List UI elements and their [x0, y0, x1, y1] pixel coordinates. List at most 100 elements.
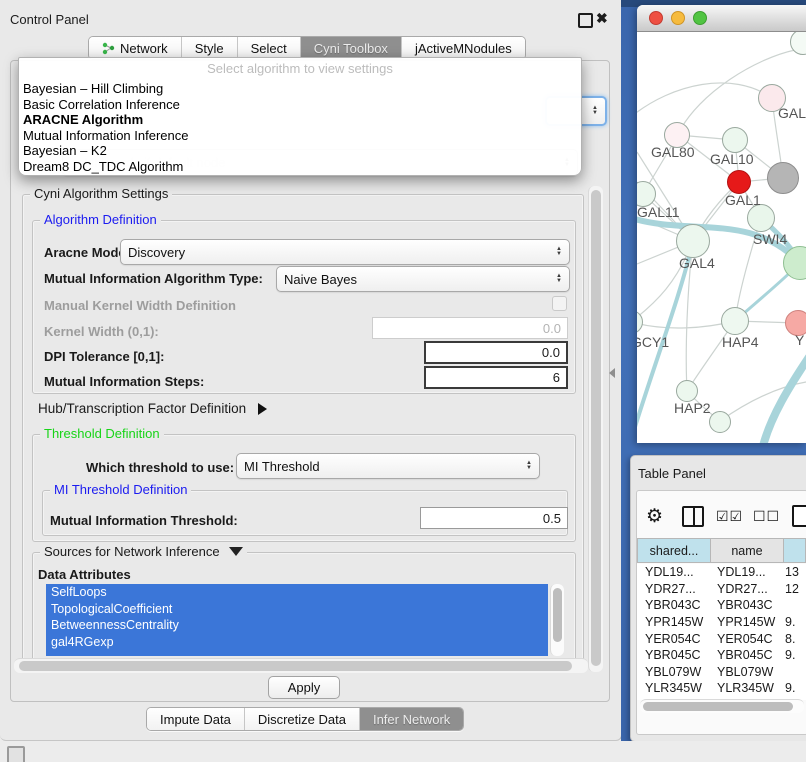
mi-steps-label: Mutual Information Steps:	[44, 374, 204, 389]
table-row[interactable]: YDL19... YDL19... 13	[637, 564, 806, 581]
tab-select[interactable]: Select	[238, 37, 301, 59]
table-hscroll-thumb[interactable]	[643, 702, 793, 711]
aracne-mode-combo[interactable]: Discovery ▲▼	[120, 239, 570, 265]
network-window[interactable]: GAL GAL80 GAL10 GAL1 GAL11 SWI4 GAL4 GCY…	[637, 5, 806, 443]
column-header-name[interactable]: name	[711, 538, 784, 563]
cell-name: YDL19...	[709, 565, 781, 579]
mi-steps-value: 6	[553, 370, 560, 385]
network-icon	[102, 42, 115, 55]
tab-infer-network[interactable]: Infer Network	[360, 708, 463, 730]
cell-shared-name: YBL079W	[637, 665, 709, 679]
tab-discretize-data[interactable]: Discretize Data	[245, 708, 360, 730]
stepper-icon: ▲▼	[550, 274, 562, 284]
table-row[interactable]: YBR043C YBR043C	[637, 597, 806, 614]
node-label-hap4: HAP4	[722, 334, 759, 350]
column-header-extra[interactable]	[784, 538, 806, 563]
manual-kernel-checkbox[interactable]	[552, 296, 567, 311]
checked-columns-icon[interactable]: ☑☑	[716, 508, 743, 525]
tab-cyni-toolbox[interactable]: Cyni Toolbox	[301, 37, 402, 59]
unchecked-columns-icon[interactable]: ☐☐	[753, 508, 780, 525]
mi-steps-field[interactable]: 6	[424, 366, 568, 389]
hub-definition-label: Hub/Transcription Factor Definition	[38, 401, 246, 416]
table-row[interactable]: YBR045C YBR045C 9.	[637, 647, 806, 664]
apply-button[interactable]: Apply	[268, 676, 340, 699]
table-row[interactable]: YBL079W YBL079W	[637, 664, 806, 681]
split-view-icon[interactable]	[682, 506, 704, 527]
settings-hscroll-thumb[interactable]	[19, 661, 572, 671]
tab-jactivemnodules[interactable]: jActiveMNodules	[402, 37, 525, 59]
gear-icon[interactable]: ⚙	[646, 505, 663, 528]
tab-network[interactable]: Network	[89, 37, 182, 59]
data-attributes-list[interactable]: SelfLoops TopologicalCoefficient Between…	[46, 584, 548, 656]
control-panel: Control Panel ✖ Network Style Select Cyn…	[0, 0, 622, 741]
menu-item-basic-correlation[interactable]: Basic Correlation Inference	[19, 97, 581, 113]
cell-shared-name: YDL19...	[637, 565, 709, 579]
node-gal1[interactable]	[747, 204, 775, 232]
kernel-width-field[interactable]: 0.0	[372, 317, 568, 339]
panel-divider-handle[interactable]	[609, 368, 615, 378]
node-gray[interactable]	[767, 162, 799, 194]
network-canvas[interactable]: GAL GAL80 GAL10 GAL1 GAL11 SWI4 GAL4 GCY…	[637, 32, 806, 443]
cell-name: YBR043C	[709, 598, 781, 612]
float-window-icon[interactable]	[578, 13, 593, 28]
table-row[interactable]: YLR345W YLR345W 9.	[637, 680, 806, 697]
node-label: GAL	[778, 105, 806, 121]
list-item[interactable]: SelfLoops	[46, 584, 548, 601]
attributes-scrollbar[interactable]	[550, 584, 564, 656]
node-gal10[interactable]	[722, 127, 748, 153]
tab-impute-data[interactable]: Impute Data	[147, 708, 245, 730]
document-icon[interactable]	[792, 505, 806, 527]
sources-title-label: Sources for Network Inference	[44, 544, 220, 559]
node[interactable]	[709, 411, 731, 433]
mi-type-combo[interactable]: Naive Bayes ▲▼	[276, 266, 570, 292]
node-gal4[interactable]	[676, 224, 710, 258]
node-hap4[interactable]	[721, 307, 749, 335]
aracne-mode-value: Discovery	[128, 245, 185, 260]
settings-hscrollbar[interactable]	[14, 658, 588, 673]
stepper-icon: ▲▼	[520, 461, 532, 471]
list-item[interactable]: BetweennessCentrality	[46, 617, 548, 634]
status-strip	[0, 741, 806, 762]
menu-item-bayesian-hill-climbing[interactable]: Bayesian – Hill Climbing	[19, 81, 581, 97]
network-window-titlebar[interactable]	[637, 5, 806, 32]
list-item[interactable]: TopologicalCoefficient	[46, 601, 548, 618]
which-threshold-combo[interactable]: MI Threshold ▲▼	[236, 453, 540, 479]
sources-group-title[interactable]: Sources for Network Inference	[40, 545, 247, 558]
node-label-gal1: GAL1	[725, 192, 761, 208]
corner-grip-icon[interactable]	[7, 746, 25, 762]
tab-style[interactable]: Style	[182, 37, 238, 59]
list-item[interactable]: gal4RGexp	[46, 634, 548, 651]
settings-vscrollbar[interactable]	[588, 186, 603, 672]
table-row[interactable]: YER054C YER054C 8.	[637, 630, 806, 647]
table-row[interactable]: YDR27... YDR27... 12	[637, 581, 806, 598]
menu-item-aracne[interactable]: ARACNE Algorithm	[19, 112, 581, 128]
menu-item-dream8[interactable]: Dream8 DC_TDC Algorithm	[19, 159, 581, 175]
menu-item-bayesian-k2[interactable]: Bayesian – K2	[19, 143, 581, 159]
menu-item-mutual-information[interactable]: Mutual Information Inference	[19, 128, 581, 144]
cyni-algorithm-settings-title: Cyni Algorithm Settings	[30, 187, 172, 200]
node-label-gal80: GAL80	[651, 144, 695, 160]
table-row[interactable]: YPR145W YPR145W 9.	[637, 614, 806, 631]
node-hap2[interactable]	[676, 380, 698, 402]
window-minimize-icon[interactable]	[671, 11, 685, 25]
stepper-icon: ▲▼	[586, 106, 598, 116]
tab-style-label: Style	[195, 41, 224, 56]
window-close-icon[interactable]	[649, 11, 663, 25]
hub-definition-expander[interactable]: Hub/Transcription Factor Definition	[38, 401, 267, 416]
bottom-tabbar: Impute Data Discretize Data Infer Networ…	[146, 707, 464, 731]
dpi-tolerance-field[interactable]: 0.0	[424, 341, 568, 364]
control-panel-title: Control Panel	[10, 12, 89, 27]
table-hscrollbar[interactable]	[640, 699, 804, 713]
tab-impute-data-label: Impute Data	[160, 712, 231, 727]
close-icon[interactable]: ✖	[596, 10, 608, 27]
settings-vscroll-thumb[interactable]	[591, 190, 601, 666]
attributes-scrollbar-thumb[interactable]	[553, 588, 562, 642]
window-zoom-icon[interactable]	[693, 11, 707, 25]
tab-discretize-data-label: Discretize Data	[258, 712, 346, 727]
cell-extra: 9.	[781, 681, 806, 695]
node-label-gcy1: GCY1	[637, 334, 669, 350]
node-gal1-selected[interactable]	[727, 170, 751, 194]
mi-threshold-label: Mutual Information Threshold:	[50, 513, 238, 528]
mi-threshold-field[interactable]: 0.5	[420, 507, 568, 529]
column-header-shared-name[interactable]: shared...	[637, 538, 711, 563]
